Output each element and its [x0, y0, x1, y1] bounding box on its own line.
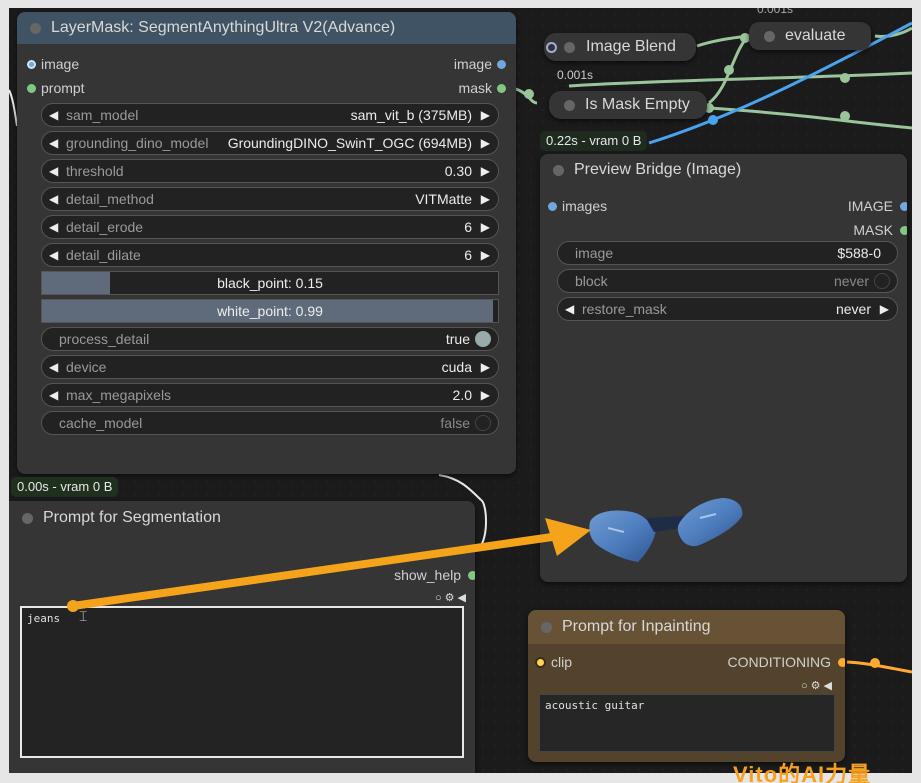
watermark-logo: Vito的AI力量 [733, 762, 872, 783]
node-graph-canvas[interactable]: LayerMask: SegmentAnythingUltra V2(Advan… [9, 8, 912, 773]
annotation-arrow [67, 518, 591, 612]
text-cursor-icon: ⌶ [79, 608, 88, 624]
